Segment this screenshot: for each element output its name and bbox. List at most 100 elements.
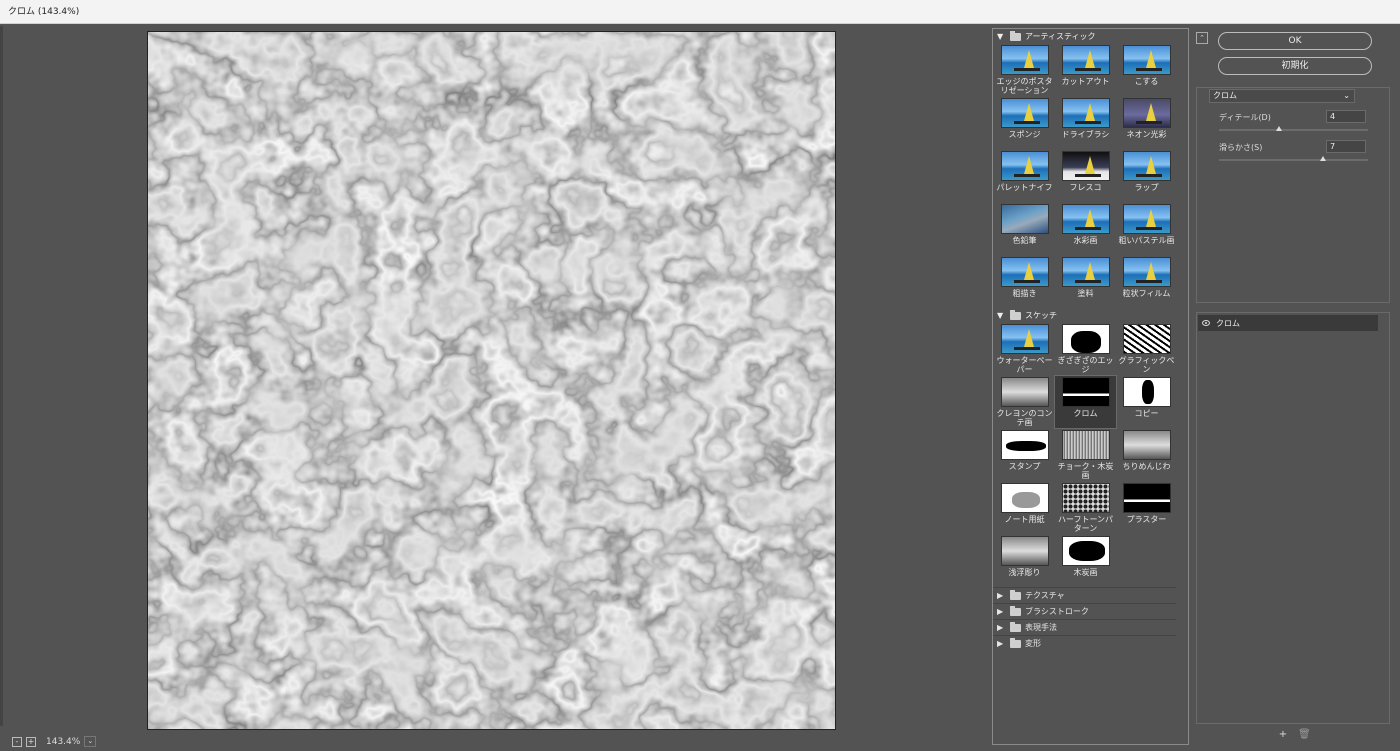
sketch-grid: ウォーターペーパー ぎざぎざのエッジ グラフィックペン クレヨンのコンテ画 クロ…	[993, 323, 1188, 587]
filter-thumb-item[interactable]: ちりめんじわ	[1116, 429, 1177, 481]
filter-label: 色鉛筆	[1012, 236, 1037, 245]
category-label: 変形	[1025, 639, 1041, 648]
filter-settings-panel: クロム ⌄ ディテール(D) 4 滑らかさ(S) 7	[1196, 87, 1390, 303]
smoothness-slider-knob[interactable]	[1320, 156, 1327, 161]
category-stylize[interactable]: ▶ 表現手法	[993, 619, 1176, 635]
filter-thumb-item[interactable]: 水彩画	[1055, 203, 1116, 255]
filter-thumb-item[interactable]: スタンプ	[994, 429, 1055, 481]
filter-thumb-item[interactable]: ラップ	[1116, 150, 1177, 202]
detail-slider-knob[interactable]	[1275, 126, 1282, 131]
filter-thumbnail	[1061, 151, 1110, 181]
filter-thumb-item[interactable]: ノート用紙	[994, 482, 1055, 534]
filter-thumb-item[interactable]: コピー	[1116, 376, 1177, 428]
filter-thumb-item[interactable]: ハーフトーンパターン	[1055, 482, 1116, 534]
filter-label: ウォーターペーパー	[996, 356, 1053, 374]
detail-label: ディテール(D)	[1219, 113, 1271, 122]
filter-thumb-item[interactable]: フレスコ	[1055, 150, 1116, 202]
filter-thumbnail	[1061, 257, 1110, 287]
filter-thumb-item[interactable]: ドライブラシ	[1055, 97, 1116, 149]
filter-label: プラスター	[1126, 515, 1167, 524]
filter-thumbnail	[1061, 45, 1110, 75]
filter-gallery: ▼ アーティスティック エッジのポスタリゼーション カットアウト こする スポン…	[992, 28, 1189, 745]
filter-thumbnail	[1122, 483, 1171, 513]
preview-canvas[interactable]	[147, 31, 836, 730]
filter-thumb-item[interactable]: プラスター	[1116, 482, 1177, 534]
filter-label: 木炭画	[1073, 568, 1098, 577]
filter-label: スタンプ	[1008, 462, 1041, 471]
category-sketch[interactable]: ▼ スケッチ	[993, 308, 1188, 323]
zoom-out-button[interactable]: -	[12, 736, 22, 747]
filter-thumb-item[interactable]: クレヨンのコンテ画	[994, 376, 1055, 428]
filter-thumbnail	[1000, 257, 1049, 287]
folder-icon	[1010, 309, 1021, 320]
artistic-grid: エッジのポスタリゼーション カットアウト こする スポンジ ドライブラシ ネオン…	[993, 44, 1188, 308]
collapsed-triangle-icon: ▶	[997, 591, 1004, 600]
filter-label: 塗料	[1077, 289, 1094, 298]
detail-slider[interactable]	[1219, 126, 1368, 131]
filter-label: 粒状フィルム	[1122, 289, 1171, 298]
filter-label: エッジのポスタリゼーション	[996, 77, 1053, 95]
filter-thumbnail	[1122, 324, 1171, 354]
category-label: テクスチャ	[1025, 591, 1065, 600]
filter-thumb-item-selected[interactable]: クロム	[1054, 375, 1117, 429]
detail-input[interactable]: 4	[1326, 110, 1366, 123]
expand-triangle-icon: ▼	[997, 311, 1004, 320]
smoothness-input[interactable]: 7	[1326, 140, 1366, 153]
effect-layer-row[interactable]: クロム	[1198, 315, 1378, 331]
ok-button[interactable]: OK	[1218, 32, 1372, 50]
effect-layers-panel: クロム	[1196, 312, 1390, 724]
filter-thumb-item[interactable]: パレットナイフ	[994, 150, 1055, 202]
filter-thumb-item[interactable]: 色鉛筆	[994, 203, 1055, 255]
eye-icon[interactable]	[1202, 320, 1210, 326]
filter-thumb-item[interactable]: こする	[1116, 44, 1177, 96]
category-artistic[interactable]: ▼ アーティスティック	[993, 29, 1188, 44]
filter-label: 浅浮彫り	[1008, 568, 1041, 577]
zoom-in-button[interactable]: +	[26, 736, 36, 747]
filter-select[interactable]: クロム ⌄	[1209, 89, 1355, 103]
category-brush-strokes[interactable]: ▶ ブラシストローク	[993, 603, 1176, 619]
zoom-level: 143.4%	[46, 736, 81, 747]
filter-label: スポンジ	[1008, 130, 1041, 139]
category-distort[interactable]: ▶ 変形	[993, 635, 1176, 651]
filter-thumbnail	[1122, 45, 1171, 75]
filter-thumbnail	[1000, 430, 1049, 460]
filter-thumb-item[interactable]: ぎざぎざのエッジ	[1055, 323, 1116, 375]
filter-label: ぎざぎざのエッジ	[1057, 356, 1114, 374]
reset-button[interactable]: 初期化	[1218, 57, 1372, 75]
filter-thumb-item[interactable]: カットアウト	[1055, 44, 1116, 96]
category-label: スケッチ	[1025, 311, 1057, 320]
filter-thumb-item[interactable]: 浅浮彫り	[994, 535, 1055, 587]
filter-label: ラップ	[1134, 183, 1159, 192]
filter-thumb-item[interactable]: 粗描き	[994, 256, 1055, 308]
filter-thumb-item[interactable]: エッジのポスタリゼーション	[994, 44, 1055, 96]
effect-layer-name: クロム	[1216, 318, 1240, 328]
delete-effect-layer-icon[interactable]: 🗑	[1298, 730, 1311, 740]
filter-thumb-item[interactable]: ネオン光彩	[1116, 97, 1177, 149]
filter-label: グラフィックペン	[1118, 356, 1175, 374]
zoom-dropdown[interactable]: ⌄	[84, 736, 97, 747]
filter-thumb-item[interactable]: チョーク・木炭画	[1055, 429, 1116, 481]
filter-label: コピー	[1134, 409, 1159, 418]
filter-label: ノート用紙	[1004, 515, 1045, 524]
filter-label: こする	[1134, 77, 1159, 86]
filter-thumb-item[interactable]: グラフィックペン	[1116, 323, 1177, 375]
filter-thumbnail	[1061, 98, 1110, 128]
category-label: アーティスティック	[1025, 32, 1096, 41]
filter-thumb-item[interactable]: スポンジ	[994, 97, 1055, 149]
filter-label: ドライブラシ	[1061, 130, 1110, 139]
filter-thumb-item[interactable]: 塗料	[1055, 256, 1116, 308]
folder-icon	[1010, 589, 1021, 600]
category-label: ブラシストローク	[1025, 607, 1089, 616]
collapse-gallery-icon[interactable]: ⌃	[1196, 32, 1208, 44]
filter-thumb-item[interactable]: 粗いパステル画	[1116, 203, 1177, 255]
filter-thumbnail	[1122, 377, 1171, 407]
category-label: 表現手法	[1025, 623, 1057, 632]
smoothness-slider[interactable]	[1219, 156, 1368, 161]
folder-icon	[1010, 30, 1021, 41]
category-texture[interactable]: ▶ テクスチャ	[993, 587, 1176, 603]
filter-thumb-item[interactable]: ウォーターペーパー	[994, 323, 1055, 375]
filter-thumb-item[interactable]: 粒状フィルム	[1116, 256, 1177, 308]
new-effect-layer-icon[interactable]: +	[1278, 730, 1288, 740]
filter-thumb-item[interactable]: 木炭画	[1055, 535, 1116, 587]
filter-thumbnail	[1061, 536, 1110, 566]
